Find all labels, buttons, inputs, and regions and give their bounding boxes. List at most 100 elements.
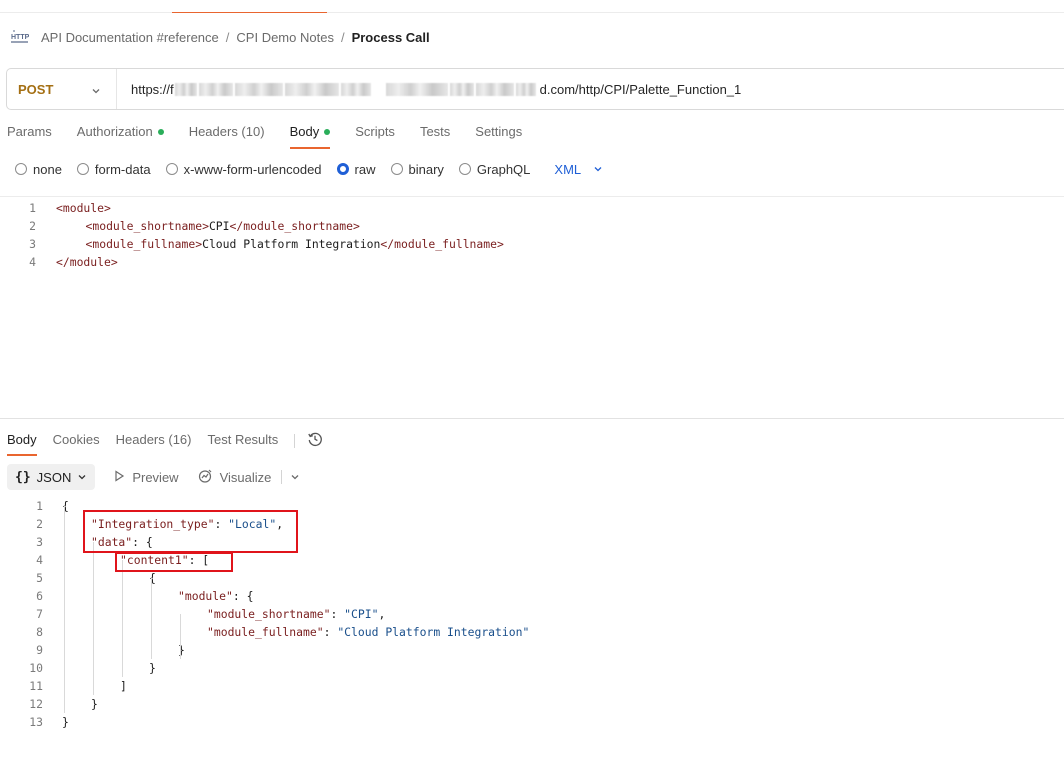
redacted-url-segment [515,82,536,96]
code-text: <module_fullname>Cloud Platform Integrat… [86,235,504,253]
line-number: 12 [29,697,43,711]
indent-guide [93,542,94,695]
tab-authorization[interactable]: Authorization [77,124,164,150]
code-token: "module_shortname" [207,607,331,621]
highlight-annotation-box [83,510,298,553]
tab-label: Authorization [76,124,153,139]
redacted-url-segment [449,82,474,96]
indent-guide [180,614,181,659]
code-token: } [149,661,156,675]
tab-tests[interactable]: Tests [420,124,450,150]
pane-divider[interactable] [0,418,1064,419]
code-text: "module_fullname": "Cloud Platform Integ… [207,623,529,641]
tab-label: Headers (10) [188,124,265,139]
format-select[interactable]: XML [554,162,603,177]
radio-graphql[interactable]: GraphQL [458,161,531,177]
response-tab-cookies[interactable]: Cookies [53,432,100,456]
url-input[interactable]: https://f d.com/http/CPI/Palette_Functio… [117,82,741,97]
response-tab-headers[interactable]: Headers (16) [116,432,192,456]
line-number: 8 [36,625,43,639]
code-token: ] [120,679,127,693]
radio-label: none [33,161,62,177]
tab-scripts[interactable]: Scripts [355,124,395,150]
breadcrumb-collection[interactable]: API Documentation #reference [41,30,219,45]
radio-label: binary [408,161,444,177]
response-toolbar: {} JSON Preview Visualize [7,464,300,490]
redacted-url-segment [475,82,514,96]
radio-button[interactable] [15,163,27,175]
breadcrumb: HTTP API Documentation #reference / CPI … [10,27,430,47]
radio-label: raw [354,161,376,177]
response-tab-test-results[interactable]: Test Results [207,432,278,456]
response-format-select[interactable]: {} JSON [7,464,96,490]
redacted-url-segment [198,82,233,96]
tab-settings[interactable]: Settings [475,124,522,150]
toolbar-separator [281,470,283,484]
indent-guide [64,506,65,713]
radio-x-www-form-urlencoded[interactable]: x-www-form-urlencoded [165,162,322,177]
code-token: } [91,697,98,711]
code-token: "Cloud Platform Integration" [337,625,530,639]
radio-button[interactable] [165,163,178,175]
tab-label: Settings [475,124,523,139]
tab-label: Params [7,124,52,139]
request-url-bar: POST https://f d.com/http/CPI/Palette_Fu… [6,68,1064,110]
code-token: Cloud Platform Integration [202,237,381,251]
line-number: 2 [29,219,36,233]
line-number: 10 [29,661,43,675]
code-token: </module> [56,255,118,269]
tab-separator [294,434,296,448]
code-token: <module_shortname> [85,219,209,233]
status-dot [157,129,164,135]
line-number: 3 [36,535,43,549]
chevron-down-icon[interactable] [290,470,300,485]
tab-body[interactable]: Body [289,124,331,150]
redacted-url-segment [385,82,448,96]
format-label: XML [554,161,582,177]
line-number: 6 [36,589,43,603]
chevron-down-icon [593,162,603,177]
code-text: "module_shortname": "CPI", [207,605,385,623]
redacted-url-segment [174,82,197,96]
play-icon [113,469,132,485]
radio-binary[interactable]: binary [390,161,444,177]
response-tab-body[interactable]: Body [7,432,37,456]
chevron-down-icon [91,84,101,99]
chevron-down-icon [77,470,87,485]
line-number: 1 [29,201,36,215]
tab-label: Tests [419,124,451,139]
format-label: JSON [36,469,72,485]
tab-label: Body [289,124,320,139]
indent-guide [151,578,152,659]
code-token: </module_fullname> [380,237,504,251]
code-token: "CPI" [344,607,379,621]
radio-button[interactable] [76,163,89,175]
breadcrumb-separator: / [340,29,345,45]
radio-button[interactable] [390,163,403,175]
code-token: CPI [208,219,230,233]
top-border [0,12,1064,13]
radio-none[interactable]: none [15,162,62,177]
radio-raw[interactable]: raw [336,161,376,177]
method-select[interactable]: POST [7,69,117,109]
preview-button[interactable]: Preview [113,469,179,485]
tab-headers[interactable]: Headers (10) [189,124,265,150]
radio-label: GraphQL [476,161,531,177]
preview-label: Preview [132,469,179,485]
code-text: </module> [56,253,118,271]
body-type-options: none form-data x-www-form-urlencoded raw… [15,161,603,177]
breadcrumb-folder[interactable]: CPI Demo Notes [236,30,334,45]
active-request-tab-indicator [172,12,327,13]
visualize-button[interactable]: Visualize [197,468,271,487]
request-name[interactable]: Process Call [352,30,430,45]
line-number: 2 [36,517,43,531]
radio-button[interactable] [458,163,471,175]
code-text: <module> [56,199,111,217]
radio-form-data[interactable]: form-data [76,162,151,177]
history-icon[interactable] [307,431,323,450]
line-number: 5 [36,571,43,585]
status-dot [324,129,331,135]
radio-button-selected[interactable] [336,163,349,175]
code-token: : [330,607,345,621]
tab-params[interactable]: Params [7,124,52,150]
